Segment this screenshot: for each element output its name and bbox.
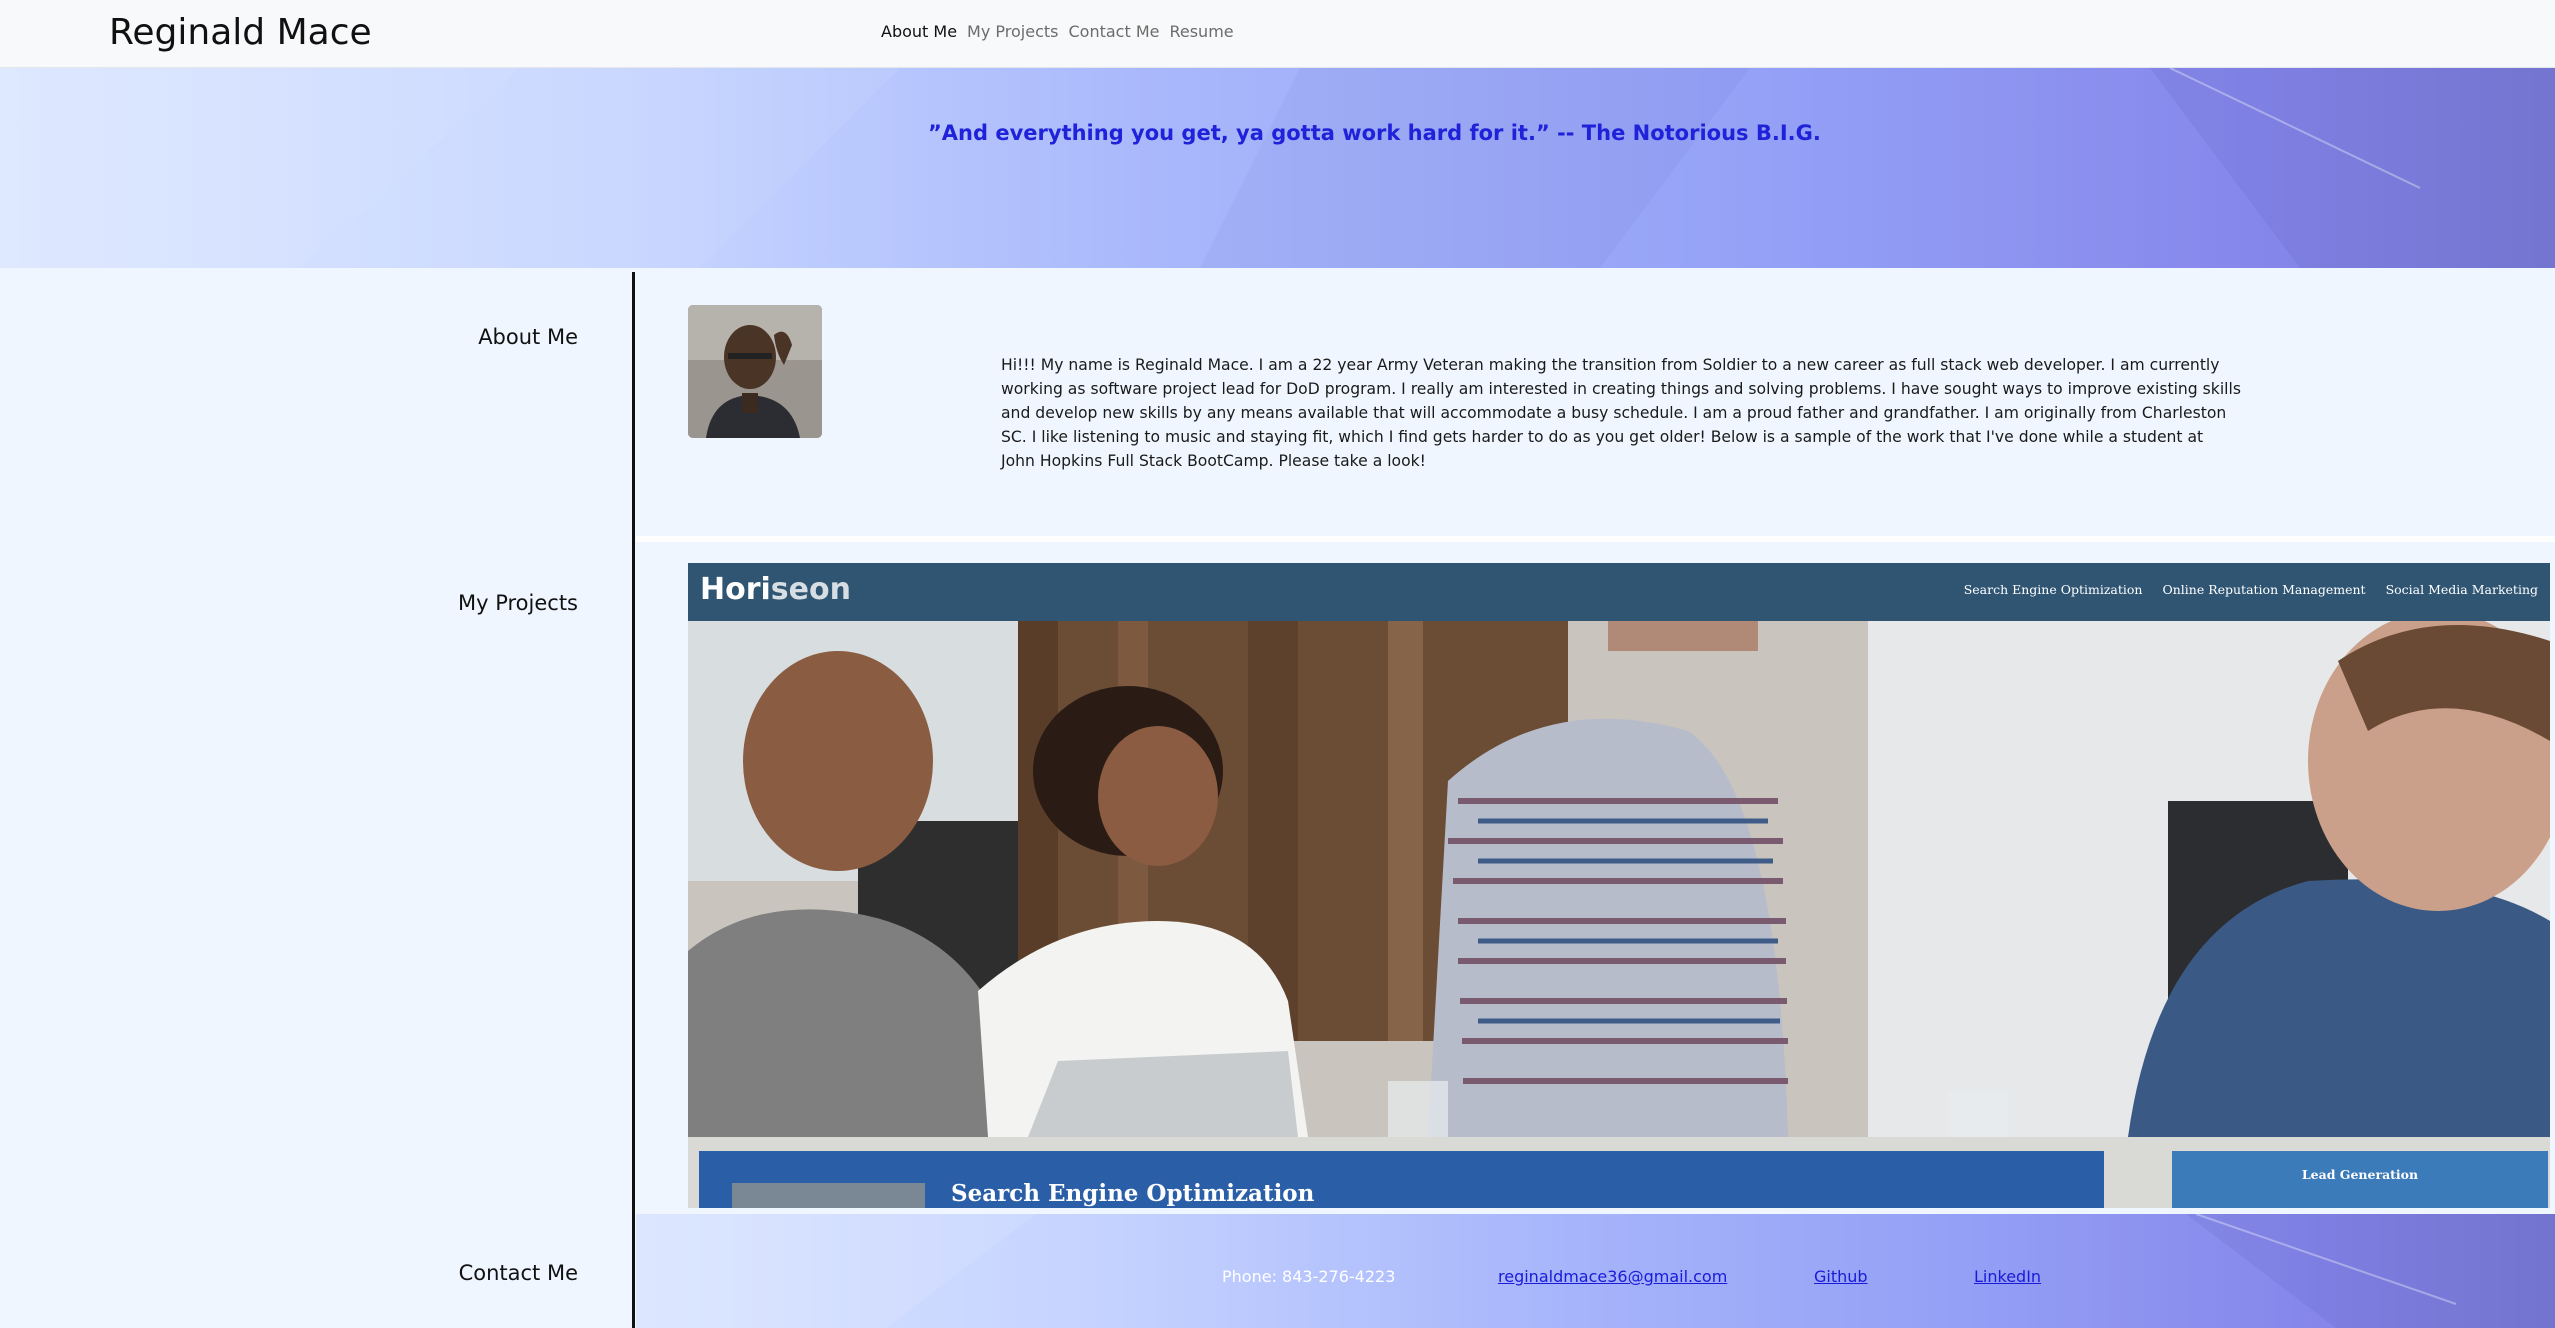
- project-preview-header: Horiseon Search Engine Optimization Onli…: [688, 563, 2550, 621]
- hero-banner: ”And everything you get, ya gotta work h…: [0, 68, 2555, 268]
- brand-link[interactable]: Reginald Mace: [109, 12, 372, 53]
- hero-background-facets: [0, 68, 2555, 268]
- vertical-divider: [632, 272, 635, 1328]
- contact-linkedin-link[interactable]: LinkedIn: [1974, 1267, 2041, 1286]
- project-preview-logo: Horiseon: [700, 572, 851, 607]
- project-preview-nav: Search Engine Optimization Online Reputa…: [1964, 582, 2538, 597]
- contact-github-link[interactable]: Github: [1814, 1267, 1868, 1286]
- contact-email-link[interactable]: reginaldmace36@gmail.com: [1498, 1267, 1727, 1286]
- project-preview-lead-card: Lead Generation: [2172, 1151, 2548, 1208]
- profile-photo: [688, 305, 822, 438]
- project-preview-seo-card: Search Engine Optimization: [699, 1151, 2104, 1208]
- section-separator: [636, 536, 2555, 542]
- logo-bold-text: Hori: [700, 572, 771, 607]
- project-preview-nav-item: Social Media Marketing: [2385, 582, 2538, 597]
- nav-link-about-me[interactable]: About Me: [881, 22, 957, 41]
- project-preview-seo-thumbnail: [732, 1183, 925, 1208]
- project-preview-lead-title: Lead Generation: [2301, 1167, 2419, 1182]
- hero-quote: ”And everything you get, ya gotta work h…: [928, 121, 1821, 145]
- contact-heading: Contact Me: [458, 1261, 578, 1285]
- projects-heading: My Projects: [457, 591, 578, 615]
- navbar: Reginald Mace About Me My Projects Conta…: [0, 0, 2555, 68]
- logo-light-text: seon: [770, 572, 851, 607]
- nav-links: About Me My Projects Contact Me Resume: [881, 22, 1234, 41]
- project-preview-nav-item: Search Engine Optimization: [1963, 582, 2143, 597]
- contact-phone: Phone: 843-276-4223: [1222, 1267, 1396, 1286]
- about-heading: About Me: [478, 325, 578, 349]
- project-preview-horiseon[interactable]: Horiseon Search Engine Optimization Onli…: [688, 563, 2550, 1208]
- contact-footer: Phone: 843-276-4223 reginaldmace36@gmail…: [636, 1214, 2555, 1328]
- project-preview-hero-photo: [688, 621, 2550, 1137]
- project-preview-seo-title: Search Engine Optimization: [951, 1180, 1315, 1207]
- nav-link-my-projects[interactable]: My Projects: [967, 22, 1058, 41]
- about-bio: Hi!!! My name is Reginald Mace. I am a 2…: [1001, 355, 2241, 470]
- nav-link-resume[interactable]: Resume: [1169, 22, 1233, 41]
- nav-link-contact-me[interactable]: Contact Me: [1068, 22, 1159, 41]
- project-preview-nav-item: Online Reputation Management: [2162, 582, 2366, 597]
